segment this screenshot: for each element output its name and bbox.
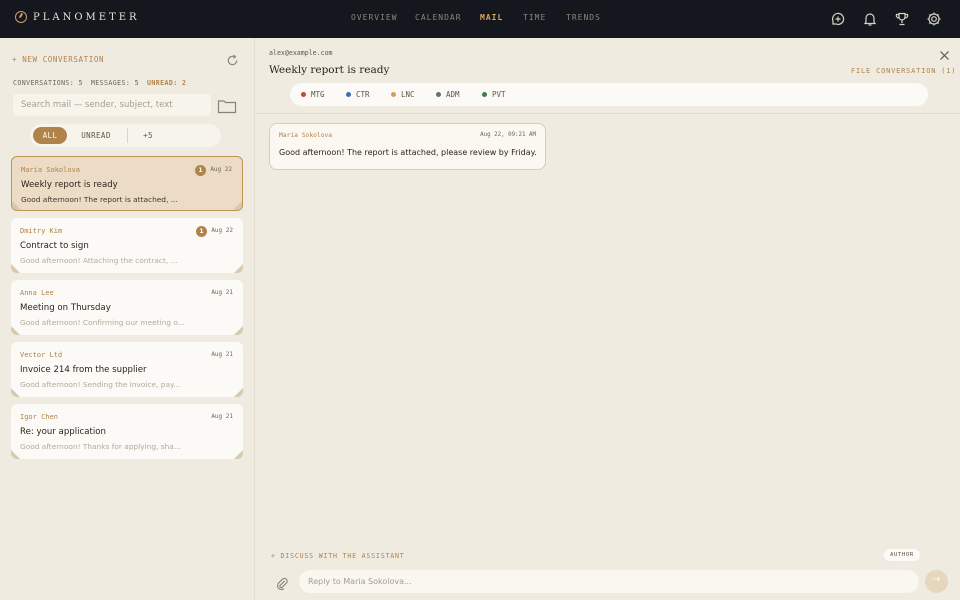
card-preview: Good afternoon! Confirming our meeting o… bbox=[20, 318, 185, 327]
tag-label: CTR bbox=[356, 90, 370, 99]
card-date: Aug 22 bbox=[211, 227, 233, 234]
conversation-card[interactable]: Igor Chen Aug 21 Re: your application Go… bbox=[11, 404, 243, 459]
nav-mail[interactable]: MAIL bbox=[480, 13, 503, 22]
card-preview: Good afternoon! Thanks for applying, sha… bbox=[20, 442, 181, 451]
tag-mtg[interactable]: MTG bbox=[301, 90, 325, 99]
card-corner bbox=[234, 450, 243, 459]
card-subject: Re: your application bbox=[20, 427, 106, 437]
unread-badge: 1 bbox=[196, 226, 207, 237]
filter-all[interactable]: ALL bbox=[33, 127, 67, 144]
send-button[interactable] bbox=[925, 570, 948, 593]
filter-unread[interactable]: UNREAD bbox=[72, 127, 120, 144]
tag-ctr[interactable]: CTR bbox=[346, 90, 370, 99]
conversation-card[interactable]: Dmitry Kim 1 Aug 22 Contract to sign Goo… bbox=[11, 218, 243, 273]
message-sender: Maria Sokolova bbox=[279, 132, 333, 139]
conversation-card[interactable]: Anna Lee Aug 21 Meeting on Thursday Good… bbox=[11, 280, 243, 335]
card-subject: Invoice 214 from the supplier bbox=[20, 365, 147, 375]
tag-dot bbox=[436, 92, 441, 97]
tag-dot bbox=[301, 92, 306, 97]
search-input[interactable] bbox=[13, 94, 211, 116]
card-sender: Dmitry Kim bbox=[20, 227, 63, 235]
card-corner bbox=[11, 264, 20, 273]
card-corner bbox=[11, 326, 20, 335]
filter-pills: ALL UNREAD +5 bbox=[30, 124, 221, 147]
message-date: Aug 22, 09:21 AM bbox=[480, 132, 536, 138]
card-subject: Contract to sign bbox=[20, 241, 89, 251]
message-bubble: Maria Sokolova Aug 22, 09:21 AM Good aft… bbox=[269, 123, 546, 170]
message-body: Good afternoon! The report is attached, … bbox=[279, 148, 537, 157]
tag-dot bbox=[482, 92, 487, 97]
nav-calendar[interactable]: CALENDAR bbox=[415, 13, 462, 22]
tag-adm[interactable]: ADM bbox=[436, 90, 460, 99]
trophy-icon[interactable] bbox=[894, 11, 910, 27]
card-date: Aug 21 bbox=[211, 351, 233, 358]
card-corner bbox=[11, 450, 20, 459]
file-conversation-button[interactable]: FILE CONVERSATION (1) bbox=[851, 67, 956, 75]
conversation-card[interactable]: Vector Ltd Aug 21 Invoice 214 from the s… bbox=[11, 342, 243, 397]
card-preview: Good afternoon! Attaching the contract, … bbox=[20, 256, 178, 265]
refresh-icon[interactable] bbox=[226, 52, 239, 66]
nav-overview[interactable]: OVERVIEW bbox=[351, 13, 398, 22]
stat-unread: UNREAD: 2 bbox=[147, 79, 187, 87]
card-corner bbox=[234, 388, 243, 397]
paperclip-icon[interactable] bbox=[276, 575, 289, 591]
header-divider bbox=[254, 113, 960, 114]
thread-subject: Weekly report is ready bbox=[269, 64, 390, 76]
card-subject: Meeting on Thursday bbox=[20, 303, 111, 313]
tag-label: MTG bbox=[311, 90, 325, 99]
stat-conversations: CONVERSATIONS: 5 bbox=[13, 79, 83, 87]
tag-label: PVT bbox=[492, 90, 506, 99]
card-date: Aug 22 bbox=[210, 166, 232, 173]
app-logo[interactable]: PLANOMETER bbox=[15, 11, 140, 23]
card-subject: Weekly report is ready bbox=[21, 180, 118, 190]
nav-trends[interactable]: TRENDS bbox=[566, 13, 601, 22]
reply-input[interactable] bbox=[299, 570, 919, 593]
card-sender: Igor Chen bbox=[20, 413, 58, 421]
conversation-card[interactable]: Maria Sokolova 1 Aug 22 Weekly report is… bbox=[11, 156, 243, 211]
card-preview: Good afternoon! Sending the invoice, pay… bbox=[20, 380, 181, 389]
tag-pvt[interactable]: PVT bbox=[482, 90, 506, 99]
card-corner bbox=[233, 201, 242, 210]
stat-messages: MESSAGES: 5 bbox=[90, 79, 139, 87]
card-corner bbox=[12, 201, 21, 210]
close-icon[interactable] bbox=[939, 46, 950, 60]
card-sender: Vector Ltd bbox=[20, 351, 63, 359]
nav-time[interactable]: TIME bbox=[523, 13, 546, 22]
tag-lnc[interactable]: LNC bbox=[391, 90, 415, 99]
unread-badge: 1 bbox=[195, 165, 206, 176]
card-date: Aug 21 bbox=[211, 289, 233, 296]
tag-label: LNC bbox=[401, 90, 415, 99]
author-toggle[interactable]: AUTHOR bbox=[884, 549, 920, 561]
card-corner bbox=[11, 388, 20, 397]
tag-dot bbox=[391, 92, 396, 97]
top-bar: PLANOMETER OVERVIEW CALENDAR MAIL TIME T… bbox=[0, 0, 960, 38]
card-corner bbox=[234, 326, 243, 335]
card-corner bbox=[234, 264, 243, 273]
folder-icon[interactable] bbox=[217, 98, 237, 114]
logo-gauge-icon bbox=[15, 11, 27, 23]
new-conversation-button[interactable]: + NEW CONVERSATION bbox=[12, 55, 104, 64]
filter-divider bbox=[127, 128, 128, 143]
card-date: Aug 21 bbox=[211, 413, 233, 420]
tag-bar: MTG CTR LNC ADM PVT bbox=[290, 83, 928, 106]
mail-stats: CONVERSATIONS: 5 MESSAGES: 5 UNREAD: 2 bbox=[13, 79, 186, 87]
thread-pane: alex@example.com Weekly report is ready … bbox=[254, 38, 960, 600]
discuss-assistant-button[interactable]: + DISCUSS WITH THE ASSISTANT bbox=[271, 552, 405, 560]
tag-dot bbox=[346, 92, 351, 97]
account-email: alex@example.com bbox=[269, 49, 333, 57]
card-sender: Anna Lee bbox=[20, 289, 54, 297]
gear-icon[interactable] bbox=[926, 11, 942, 27]
tag-label: ADM bbox=[446, 90, 460, 99]
filter-more[interactable]: +5 bbox=[134, 127, 162, 144]
card-sender: Maria Sokolova bbox=[21, 166, 81, 174]
compose-icon[interactable] bbox=[830, 11, 846, 27]
card-preview: Good afternoon! The report is attached, … bbox=[21, 195, 178, 204]
app-name: PLANOMETER bbox=[33, 11, 140, 23]
bell-icon[interactable] bbox=[862, 11, 878, 27]
conversation-sidebar: + NEW CONVERSATION CONVERSATIONS: 5 MESS… bbox=[0, 38, 254, 600]
